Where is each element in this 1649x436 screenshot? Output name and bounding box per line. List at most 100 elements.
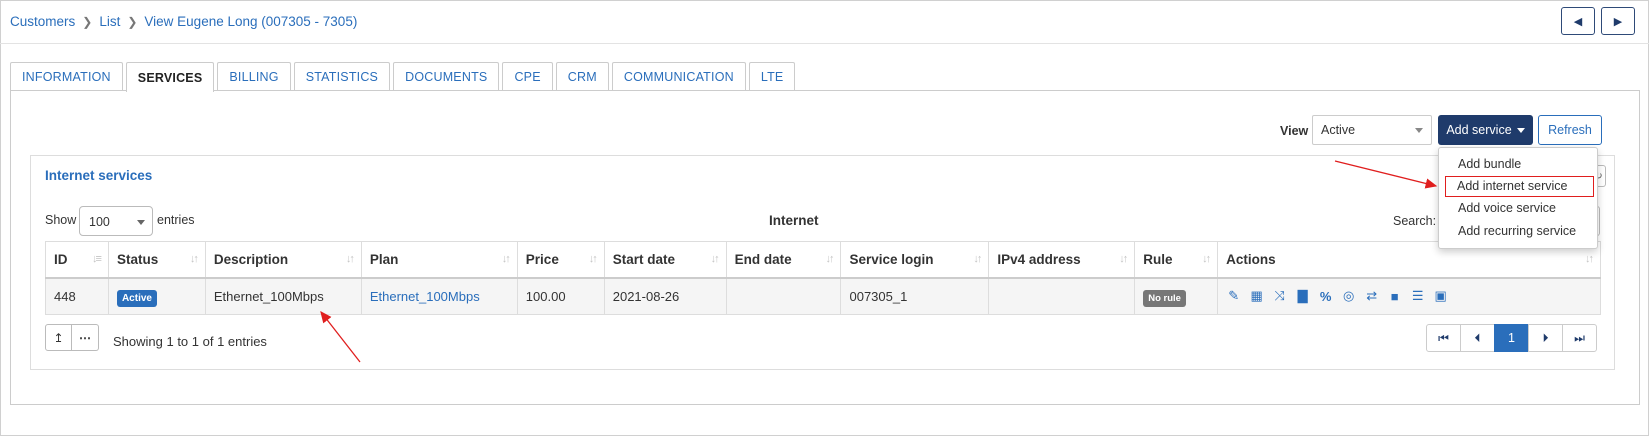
column-header-status[interactable]: Status ↓↑: [107, 241, 206, 279]
column-label: Status: [116, 251, 159, 267]
triangle-left-icon: ◀: [1573, 15, 1583, 28]
column-header-id[interactable]: ID ↓≡: [45, 241, 109, 279]
breadcrumb-list[interactable]: List: [99, 14, 120, 29]
cell-price: 100.00: [516, 277, 605, 315]
cell-ipv4-address: [988, 277, 1136, 315]
export-button[interactable]: ↥: [45, 324, 72, 351]
tab-cpe[interactable]: CPE: [502, 62, 553, 91]
plan-link[interactable]: Ethernet_100Mbps: [370, 289, 480, 304]
add-service-button[interactable]: Add service: [1438, 115, 1533, 145]
chevron-right-icon: ❯: [127, 14, 138, 29]
shuffle-icon[interactable]: ⤨: [1272, 288, 1287, 304]
next-page-icon: ⏵: [1542, 330, 1549, 345]
caret-down-icon: [1516, 127, 1525, 133]
ellipsis-icon: ⋯: [79, 330, 91, 345]
chart-icon[interactable]: ▇: [1295, 288, 1310, 304]
file-icon[interactable]: ■: [1387, 289, 1402, 304]
column-label: ID: [54, 251, 68, 267]
menu-item-add-recurring-service[interactable]: Add recurring service: [1439, 220, 1597, 243]
caret-down-icon: [1415, 128, 1423, 133]
percent-icon[interactable]: %: [1318, 289, 1333, 304]
show-label: Show: [45, 213, 77, 227]
column-label: Plan: [369, 251, 399, 267]
tab-crm[interactable]: CRM: [555, 62, 609, 91]
tab-information[interactable]: INFORMATION: [10, 62, 123, 91]
top-bar: Customers ❯ List ❯ View Eugene Long (007…: [0, 0, 1649, 44]
menu-item-add-internet-service[interactable]: Add internet service: [1445, 176, 1594, 197]
edit-icon[interactable]: ✎: [1226, 288, 1241, 304]
chevron-right-icon: ❯: [82, 14, 93, 29]
column-label: End date: [734, 251, 792, 267]
previous-record-button[interactable]: ◀: [1561, 7, 1595, 35]
sort-icon: ↓↑: [1202, 253, 1211, 265]
list-icon[interactable]: ☰: [1410, 288, 1425, 304]
refresh-button[interactable]: Refresh: [1538, 115, 1602, 145]
column-label: Description: [213, 251, 289, 267]
search-label: Search:: [1393, 214, 1437, 228]
column-header-price[interactable]: Price ↓↑: [516, 241, 605, 279]
entries-label: entries: [157, 213, 195, 227]
page-button-current[interactable]: 1: [1494, 324, 1529, 352]
showing-info: Showing 1 to 1 of 1 entries: [113, 334, 267, 349]
sort-icon: ↓↑: [588, 253, 598, 265]
status-badge: Active: [116, 289, 157, 307]
breadcrumb: Customers ❯ List ❯ View Eugene Long (007…: [10, 14, 357, 29]
services-table: ID ↓≡ Status ↓↑ Description ↓↑ Plan ↓↑ Price…: [45, 241, 1601, 315]
tab-communication[interactable]: COMMUNICATION: [611, 62, 746, 91]
cell-actions: ✎ ▦ ⤨ ▇ % ◎ ⇄ ■ ☰ ▣: [1217, 277, 1601, 315]
column-header-description[interactable]: Description ↓↑: [204, 241, 362, 279]
cell-id: 448: [45, 277, 109, 315]
more-options-button[interactable]: ⋯: [72, 324, 99, 351]
sort-icon: ↓≡: [92, 253, 102, 265]
column-header-plan[interactable]: Plan ↓↑: [360, 241, 518, 279]
next-record-button[interactable]: ▶: [1601, 7, 1635, 35]
tab-services[interactable]: SERVICES: [125, 62, 215, 92]
sort-icon: ↓↑: [1119, 253, 1128, 265]
sort-icon: ↓↑: [710, 253, 720, 265]
table-caption: Internet: [769, 213, 819, 228]
cell-status: Active: [107, 277, 206, 315]
first-page-icon: ⏮: [1438, 330, 1449, 345]
row-actions: ✎ ▦ ⤨ ▇ % ◎ ⇄ ■ ☰ ▣: [1226, 288, 1592, 304]
calendar-icon[interactable]: ▦: [1249, 288, 1264, 304]
entries-select[interactable]: 100: [79, 206, 153, 236]
entries-value: 100: [89, 215, 110, 229]
customer-tabs: INFORMATION SERVICES BILLING STATISTICS …: [10, 62, 798, 92]
trash-icon[interactable]: ▣: [1433, 288, 1448, 304]
column-header-end-date[interactable]: End date ↓↑: [725, 241, 842, 279]
tab-documents[interactable]: DOCUMENTS: [393, 62, 500, 91]
caret-down-icon: [137, 220, 145, 225]
tab-statistics[interactable]: STATISTICS: [293, 62, 391, 91]
tab-billing[interactable]: BILLING: [217, 62, 291, 91]
previous-page-icon: ⏴: [1474, 330, 1481, 345]
last-page-button[interactable]: ⏭: [1562, 324, 1597, 352]
view-select[interactable]: Active: [1312, 115, 1432, 145]
column-label: Start date: [612, 251, 676, 267]
sort-icon: ↓↑: [825, 253, 834, 265]
column-header-service-login[interactable]: Service login ↓↑: [840, 241, 990, 279]
cell-service-login: 007305_1: [840, 277, 990, 315]
panel-title: Internet services: [45, 168, 153, 183]
table-header-row: ID ↓≡ Status ↓↑ Description ↓↑ Plan ↓↑ Price…: [45, 241, 1601, 279]
cell-description: Ethernet_100Mbps: [204, 277, 362, 315]
breadcrumb-current[interactable]: View Eugene Long (007305 - 7305): [144, 14, 357, 29]
record-navigation: ◀ ▶: [1561, 7, 1635, 35]
breadcrumb-customers[interactable]: Customers: [10, 14, 75, 29]
column-header-start-date[interactable]: Start date ↓↑: [603, 241, 727, 279]
first-page-button[interactable]: ⏮: [1426, 324, 1461, 352]
menu-item-add-voice-service[interactable]: Add voice service: [1439, 197, 1597, 220]
column-label: IPv4 address: [997, 251, 1081, 267]
next-page-button[interactable]: ⏵: [1528, 324, 1563, 352]
map-marker-icon[interactable]: ◎: [1341, 288, 1356, 304]
menu-item-add-bundle[interactable]: Add bundle: [1439, 153, 1597, 176]
view-label: View: [1280, 124, 1309, 138]
table-row[interactable]: 448 Active Ethernet_100Mbps Ethernet_100…: [45, 277, 1601, 315]
column-header-ipv4-address[interactable]: IPv4 address ↓↑: [988, 241, 1136, 279]
tab-lte[interactable]: LTE: [748, 62, 796, 91]
column-label: Price: [525, 251, 559, 267]
previous-page-button[interactable]: ⏴: [1460, 324, 1495, 352]
column-header-rule[interactable]: Rule ↓↑: [1134, 241, 1219, 279]
retweet-icon[interactable]: ⇄: [1364, 288, 1379, 304]
sort-icon: ↓↑: [1585, 253, 1594, 265]
column-label: Rule: [1143, 251, 1173, 267]
